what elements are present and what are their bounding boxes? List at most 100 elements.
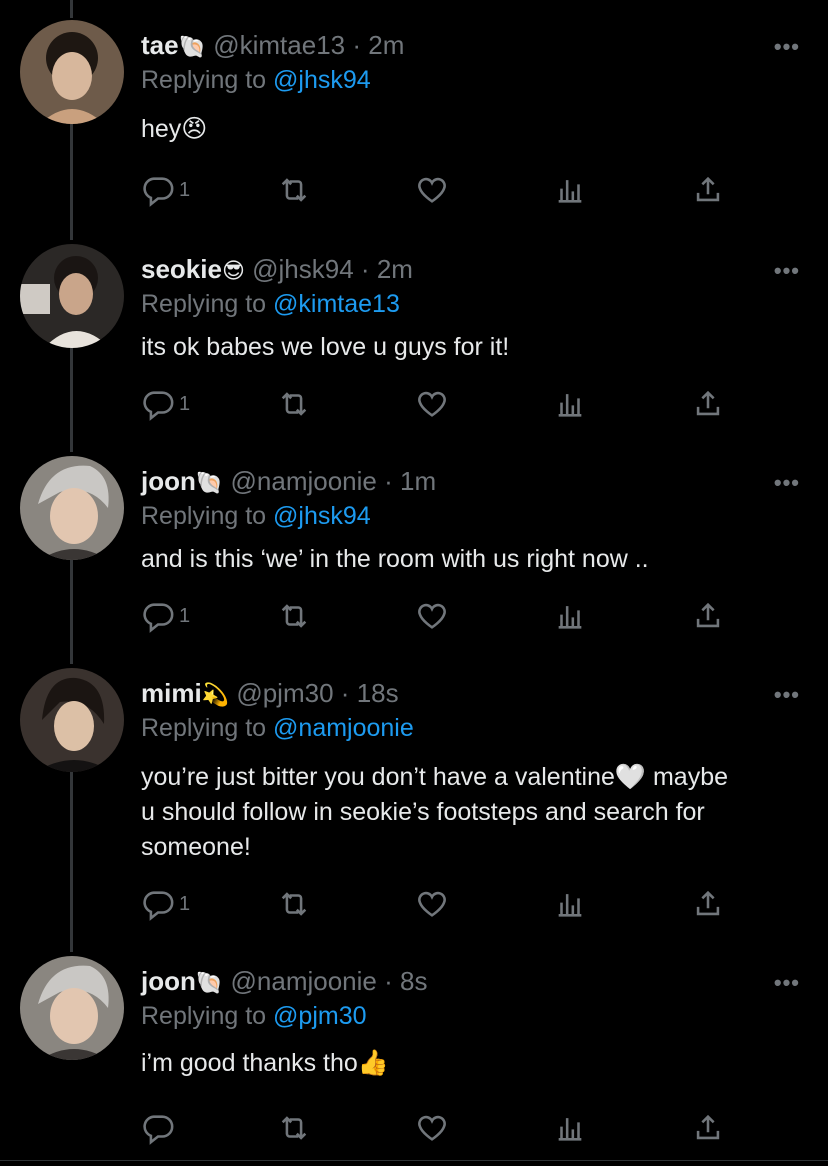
- like-button[interactable]: [415, 384, 449, 424]
- more-icon[interactable]: •••: [774, 470, 800, 496]
- avatar[interactable]: [20, 244, 124, 348]
- share-icon: [696, 602, 720, 628]
- replying-prefix: Replying to: [141, 66, 267, 94]
- reply-icon: [143, 391, 174, 421]
- timestamp[interactable]: 2m: [368, 30, 404, 60]
- retweet-button[interactable]: [277, 884, 311, 924]
- share-button[interactable]: [691, 384, 725, 424]
- retweet-button[interactable]: [277, 596, 311, 636]
- analytics-icon: [558, 1118, 582, 1141]
- handle[interactable]: @kimtae13: [213, 30, 345, 60]
- reply-count: 1: [179, 892, 191, 915]
- reply-button[interactable]: 1: [141, 884, 190, 924]
- share-icon: [696, 390, 720, 416]
- display-name[interactable]: joon: [141, 466, 196, 496]
- replying-to: Replying to @jhsk94: [141, 66, 371, 95]
- more-icon[interactable]: •••: [774, 682, 800, 708]
- tweet-text-line: you’re just bitter you don’t have a vale…: [141, 763, 729, 791]
- handle[interactable]: @jhsk94: [252, 254, 354, 284]
- share-button[interactable]: [691, 170, 725, 210]
- reply-button[interactable]: 1: [141, 596, 190, 636]
- tweet-actions: 1: [141, 596, 741, 636]
- more-icon[interactable]: •••: [774, 970, 800, 996]
- tweet-text: its ok babes we love u guys for it!: [141, 330, 811, 365]
- more-icon[interactable]: •••: [774, 258, 800, 284]
- reply-button[interactable]: 1: [141, 384, 190, 424]
- tweet-header: joon🐚 @namjoonie · 1m: [141, 464, 436, 501]
- avatar[interactable]: [20, 668, 124, 772]
- heart-icon: [418, 391, 446, 417]
- retweet-icon: [281, 178, 307, 202]
- heart-icon: [418, 891, 446, 917]
- retweet-icon: [281, 604, 307, 628]
- like-button[interactable]: [415, 1108, 449, 1148]
- reply-button[interactable]: 1: [141, 170, 190, 210]
- thread-line: [70, 122, 73, 240]
- heart-icon: [418, 177, 446, 203]
- mention-link[interactable]: @namjoonie: [273, 714, 414, 742]
- timestamp[interactable]: 8s: [400, 966, 427, 996]
- retweet-button[interactable]: [277, 170, 311, 210]
- display-name[interactable]: seokie: [141, 254, 222, 284]
- like-button[interactable]: [415, 596, 449, 636]
- avatar[interactable]: [20, 20, 124, 124]
- analytics-icon: [558, 894, 582, 917]
- mention-link[interactable]: @jhsk94: [273, 502, 371, 530]
- retweet-button[interactable]: [277, 1108, 311, 1148]
- reply-icon: [143, 177, 174, 207]
- avatar[interactable]: [20, 456, 124, 560]
- analytics-icon: [558, 180, 582, 203]
- replying-to: Replying to @kimtae13: [141, 290, 400, 319]
- analytics-button[interactable]: [553, 1108, 587, 1148]
- timestamp[interactable]: 18s: [357, 678, 399, 708]
- share-icon: [696, 1114, 720, 1140]
- separator: ·: [384, 466, 393, 496]
- handle[interactable]: @namjoonie: [231, 966, 377, 996]
- name-emoji: 🐚: [178, 35, 206, 60]
- replying-to: Replying to @namjoonie: [141, 714, 414, 743]
- more-icon[interactable]: •••: [774, 34, 800, 60]
- tweet-actions: 1: [141, 384, 741, 424]
- replying-prefix: Replying to: [141, 1002, 267, 1030]
- timestamp[interactable]: 1m: [400, 466, 436, 496]
- retweet-icon: [281, 392, 307, 416]
- analytics-button[interactable]: [553, 596, 587, 636]
- share-icon: [696, 890, 720, 916]
- like-button[interactable]: [415, 884, 449, 924]
- handle[interactable]: @pjm30: [236, 678, 333, 708]
- name-emoji: 😎: [221, 259, 245, 284]
- display-name[interactable]: joon: [141, 966, 196, 996]
- mention-link[interactable]: @kimtae13: [273, 290, 400, 318]
- separator: ·: [352, 30, 362, 60]
- share-button[interactable]: [691, 1108, 725, 1148]
- like-button[interactable]: [415, 170, 449, 210]
- replying-prefix: Replying to: [141, 290, 267, 318]
- tweet-actions: 1: [141, 170, 741, 210]
- thread-line: [70, 0, 73, 18]
- tweet-text: and is this ‘we’ in the room with us rig…: [141, 542, 811, 577]
- analytics-icon: [558, 606, 582, 629]
- thread-line: [70, 768, 73, 952]
- tweet-header: mimi💫 @pjm30 · 18s: [141, 676, 399, 713]
- tweet-text: hey😠: [141, 112, 811, 147]
- display-name[interactable]: mimi: [141, 678, 202, 708]
- share-button[interactable]: [691, 884, 725, 924]
- analytics-button[interactable]: [553, 384, 587, 424]
- display-name[interactable]: tae: [141, 30, 179, 60]
- mention-link[interactable]: @jhsk94: [273, 66, 371, 94]
- analytics-button[interactable]: [553, 884, 587, 924]
- mention-link[interactable]: @pjm30: [273, 1002, 366, 1030]
- timestamp[interactable]: 2m: [377, 254, 413, 284]
- reply-count: 1: [179, 392, 191, 415]
- handle[interactable]: @namjoonie: [231, 466, 377, 496]
- analytics-button[interactable]: [553, 170, 587, 210]
- separator: ·: [384, 966, 393, 996]
- avatar[interactable]: [20, 956, 124, 1060]
- share-button[interactable]: [691, 596, 725, 636]
- thread-line: [70, 346, 73, 452]
- replying-prefix: Replying to: [141, 502, 267, 530]
- retweet-button[interactable]: [277, 384, 311, 424]
- tweet-text-line: its ok babes we love u guys for it!: [141, 333, 510, 361]
- share-icon: [696, 176, 720, 202]
- reply-button[interactable]: [141, 1108, 179, 1148]
